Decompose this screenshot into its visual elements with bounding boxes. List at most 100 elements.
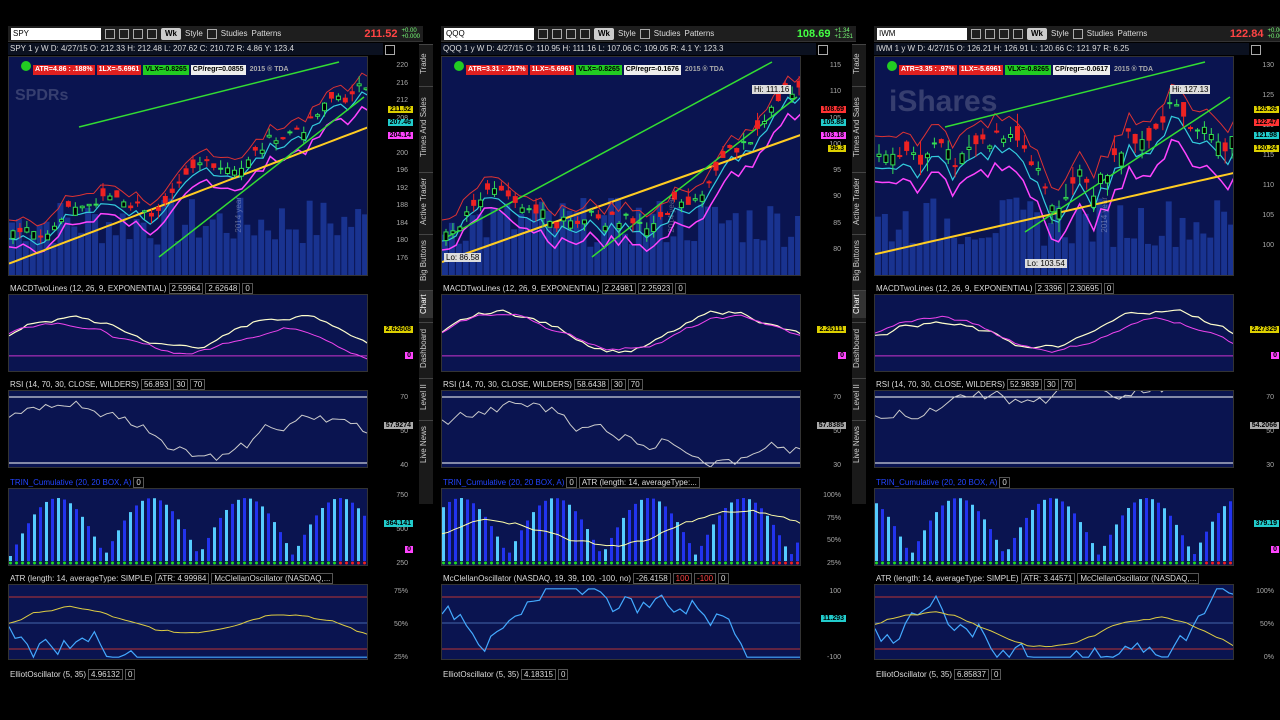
- pencil-icon[interactable]: [639, 28, 650, 39]
- macd-study-chart[interactable]: [8, 294, 368, 372]
- patterns-button[interactable]: Patterns: [251, 29, 281, 38]
- symbol-input[interactable]: SPY: [11, 27, 101, 40]
- vol-axis[interactable]: 100% 75% 50% 25%: [801, 488, 849, 567]
- vol-study-chart[interactable]: [8, 488, 368, 566]
- macd-axis[interactable]: 2.62608 0: [368, 294, 416, 372]
- trendline-lower[interactable]: [591, 96, 798, 258]
- macd-study-title[interactable]: MACDTwoLines (12, 26, 9, EXPONENTIAL) 2.3…: [875, 283, 1115, 294]
- rsi-axis[interactable]: 70 50 30 57.8385: [801, 390, 849, 469]
- atr-study-title[interactable]: McClellanOscillator (NASDAQ, 19, 39, 100…: [442, 573, 729, 584]
- atr-study-chart[interactable]: [441, 584, 801, 660]
- crosshair-icon[interactable]: [999, 28, 1009, 39]
- wrench-icon[interactable]: [1013, 28, 1023, 39]
- print-icon[interactable]: [985, 28, 995, 39]
- macd-study-chart[interactable]: [441, 294, 801, 372]
- atr-axis[interactable]: 100% 50% 0%: [1234, 584, 1280, 661]
- last-price: 108.69: [796, 27, 831, 40]
- pencil-icon[interactable]: [206, 28, 217, 39]
- price-axis[interactable]: 220216212208204200196192188184180176211.…: [368, 56, 416, 276]
- rsi-study-title[interactable]: RSI (14, 70, 30, CLOSE, WILDERS) 56.893 30…: [9, 379, 206, 390]
- rsi-axis[interactable]: 70 50 30 54.2066: [1234, 390, 1280, 469]
- candle-body: [637, 221, 643, 224]
- style-button[interactable]: Style: [618, 29, 636, 38]
- vol-study-title[interactable]: TRIN_Cumulative (20, 20 BOX, A) 0: [875, 477, 1010, 488]
- rsi-study-chart[interactable]: [8, 390, 368, 468]
- rsi-study-chart[interactable]: [441, 390, 801, 468]
- timeframe-button[interactable]: Wk: [1027, 27, 1047, 40]
- atr-axis[interactable]: 75% 50% 25%: [368, 584, 416, 661]
- macd-study-chart[interactable]: [874, 294, 1234, 372]
- vol-study-title[interactable]: TRIN_Cumulative (20, 20 BOX, A) 0 ATR (len…: [442, 477, 700, 488]
- macd-axis[interactable]: 2.25111 0: [801, 294, 849, 372]
- print-icon[interactable]: [119, 28, 129, 39]
- style-button[interactable]: Style: [1051, 29, 1069, 38]
- studies-button[interactable]: Studies: [654, 29, 681, 38]
- patterns-button[interactable]: Patterns: [1117, 29, 1147, 38]
- histogram-bar: [664, 506, 667, 561]
- signal-dot: [1019, 561, 1022, 565]
- candle-body: [706, 181, 712, 184]
- volume-bar: [909, 242, 916, 275]
- crosshair-icon[interactable]: [566, 28, 576, 39]
- vol-axis[interactable]: 379.19 0: [1234, 488, 1280, 566]
- oscillator-line: [9, 626, 367, 659]
- rsi-value-marker: 57.9274: [383, 422, 413, 429]
- price-axis[interactable]: 11511010510095908580108.69105.88103.1896…: [801, 56, 849, 276]
- histogram-bar: [923, 530, 926, 561]
- rsi-study-chart[interactable]: [874, 390, 1234, 468]
- patterns-button[interactable]: Patterns: [684, 29, 714, 38]
- vol-axis[interactable]: 750 500 250 364.141 0: [368, 488, 416, 567]
- chart-settings-icon[interactable]: [1251, 45, 1261, 55]
- timeframe-button[interactable]: Wk: [161, 27, 181, 40]
- pencil-icon[interactable]: [1072, 28, 1083, 39]
- rsi-study-title[interactable]: RSI (14, 70, 30, CLOSE, WILDERS) 52.9839 3…: [875, 379, 1076, 390]
- rsi-study-title[interactable]: RSI (14, 70, 30, CLOSE, WILDERS) 58.6438 3…: [442, 379, 643, 390]
- vol-study-chart[interactable]: [441, 488, 801, 566]
- link-icon[interactable]: [105, 28, 115, 39]
- timeframe-button[interactable]: Wk: [594, 27, 614, 40]
- wrench-icon[interactable]: [580, 28, 590, 39]
- macd-study-title[interactable]: MACDTwoLines (12, 26, 9, EXPONENTIAL) 2.2…: [442, 283, 686, 294]
- candle-body: [17, 227, 23, 233]
- vol-study-title[interactable]: TRIN_Cumulative (20, 20 BOX, A) 0: [9, 477, 144, 488]
- chart-settings-icon[interactable]: [385, 45, 395, 55]
- price-tick: 95: [833, 167, 841, 174]
- link-icon[interactable]: [538, 28, 548, 39]
- chart-settings-icon[interactable]: [818, 45, 828, 55]
- signal-dot: [1229, 561, 1232, 565]
- atr-study-chart[interactable]: [874, 584, 1234, 660]
- histogram-bar: [279, 532, 282, 561]
- link-icon[interactable]: [971, 28, 981, 39]
- print-icon[interactable]: [552, 28, 562, 39]
- symbol-input[interactable]: IWM: [877, 27, 967, 40]
- atr-study-title[interactable]: ATR (length: 14, averageType: SIMPLE) ATR…: [875, 573, 1200, 584]
- atr-study-title[interactable]: ATR (length: 14, averageType: SIMPLE) ATR…: [9, 573, 334, 584]
- signal-dot: [616, 561, 619, 565]
- ell-study-title[interactable]: ElliotOscillator (5, 35) 6.85837 0: [875, 669, 1002, 680]
- atr-study-value: 100: [672, 573, 693, 584]
- macd-study-value: 2.3396: [1034, 283, 1065, 294]
- ell-study-title[interactable]: ElliotOscillator (5, 35) 4.96132 0: [9, 669, 136, 680]
- atr-axis[interactable]: 100 -100 11.293: [801, 584, 849, 661]
- macd-study-canvas: [9, 315, 367, 360]
- price-chart[interactable]: iShares 2014 year ATR=3.35 : .97% 1LX=-5.69…: [874, 56, 1234, 276]
- candle-body: [1021, 145, 1027, 149]
- macd-study-title[interactable]: MACDTwoLines (12, 26, 9, EXPONENTIAL) 2.5…: [9, 283, 253, 294]
- atr-study-chart[interactable]: [8, 584, 368, 660]
- ell-study-title[interactable]: ElliotOscillator (5, 35) 4.18315 0: [442, 669, 569, 680]
- symbol-input[interactable]: QQQ: [444, 27, 534, 40]
- studies-button[interactable]: Studies: [221, 29, 248, 38]
- wrench-icon[interactable]: [147, 28, 157, 39]
- candle-body: [1084, 178, 1090, 183]
- price-chart[interactable]: SPDRs 2014 year ATR=4.86 : .188% 1LX=-5.696…: [8, 56, 368, 276]
- studies-button[interactable]: Studies: [1087, 29, 1114, 38]
- vol-study-chart[interactable]: [874, 488, 1234, 566]
- crosshair-icon[interactable]: [133, 28, 143, 39]
- price-chart[interactable]: 2014 year ATR=3.31 : .217% 1LX=-5.6961 VLX=…: [441, 56, 801, 276]
- style-button[interactable]: Style: [185, 29, 203, 38]
- volume-bar: [92, 214, 98, 275]
- price-axis[interactable]: 130125120115110105100125.26122.47121.981…: [1234, 56, 1280, 276]
- signal-dot: [532, 561, 535, 565]
- rsi-axis[interactable]: 70 50 40 57.9274: [368, 390, 416, 469]
- macd-axis[interactable]: 2.27329 0: [1234, 294, 1280, 372]
